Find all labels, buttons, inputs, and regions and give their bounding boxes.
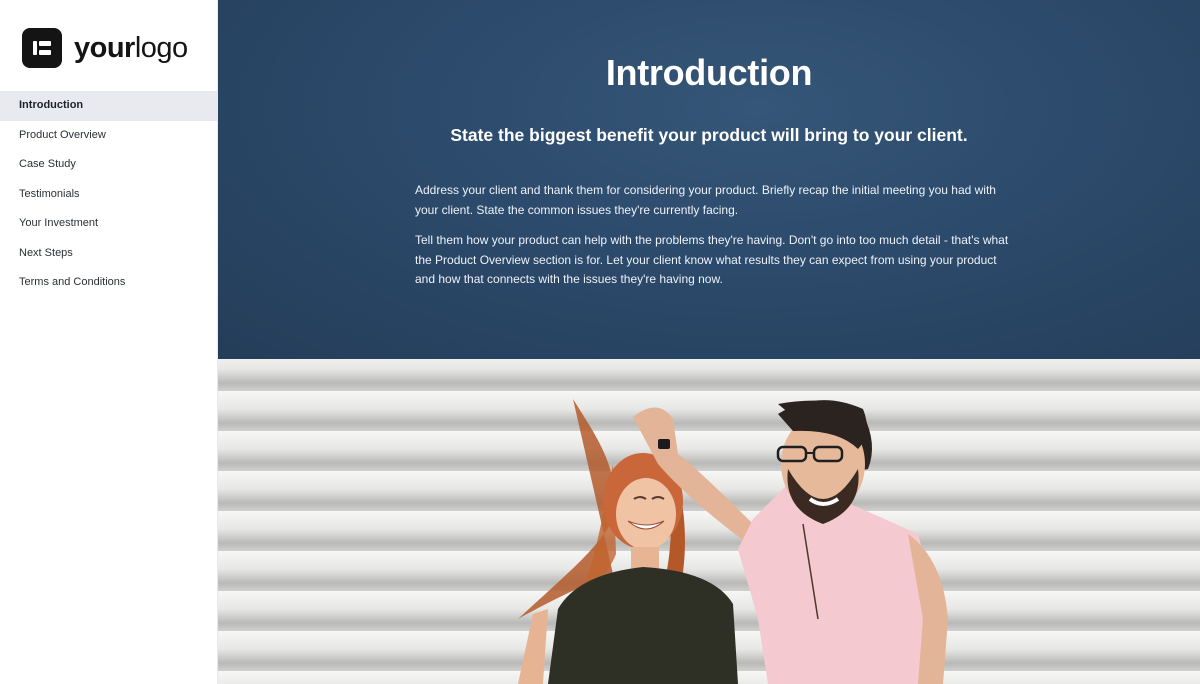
logo-icon (22, 28, 62, 68)
intro-body: Address your client and thank them for c… (415, 181, 1010, 301)
sidebar-item-testimonials[interactable]: Testimonials (0, 180, 217, 210)
intro-paragraph-1: Address your client and thank them for c… (415, 183, 996, 217)
sidebar-item-product-overview[interactable]: Product Overview (0, 121, 217, 151)
sidebar: yourlogo Introduction Product Overview C… (0, 0, 218, 684)
page-subtitle: State the biggest benefit your product w… (450, 125, 968, 145)
logo-text: yourlogo (74, 31, 188, 64)
hero-photo (218, 359, 1200, 684)
sidebar-item-next-steps[interactable]: Next Steps (0, 239, 217, 269)
sidebar-item-case-study[interactable]: Case Study (0, 150, 217, 180)
sidebar-item-terms-and-conditions[interactable]: Terms and Conditions (0, 268, 217, 298)
sidebar-item-introduction[interactable]: Introduction (0, 91, 217, 121)
sidebar-item-your-investment[interactable]: Your Investment (0, 209, 217, 239)
page-title: Introduction (605, 52, 813, 93)
sidebar-nav: Introduction Product Overview Case Study… (0, 91, 217, 298)
intro-paragraph-2: Tell them how your product can help with… (415, 233, 1009, 286)
intro-hero: Introduction State the biggest benefit y… (218, 0, 1200, 359)
brand-logo[interactable]: yourlogo (22, 27, 188, 69)
couple-photo-illustration (218, 359, 1200, 684)
